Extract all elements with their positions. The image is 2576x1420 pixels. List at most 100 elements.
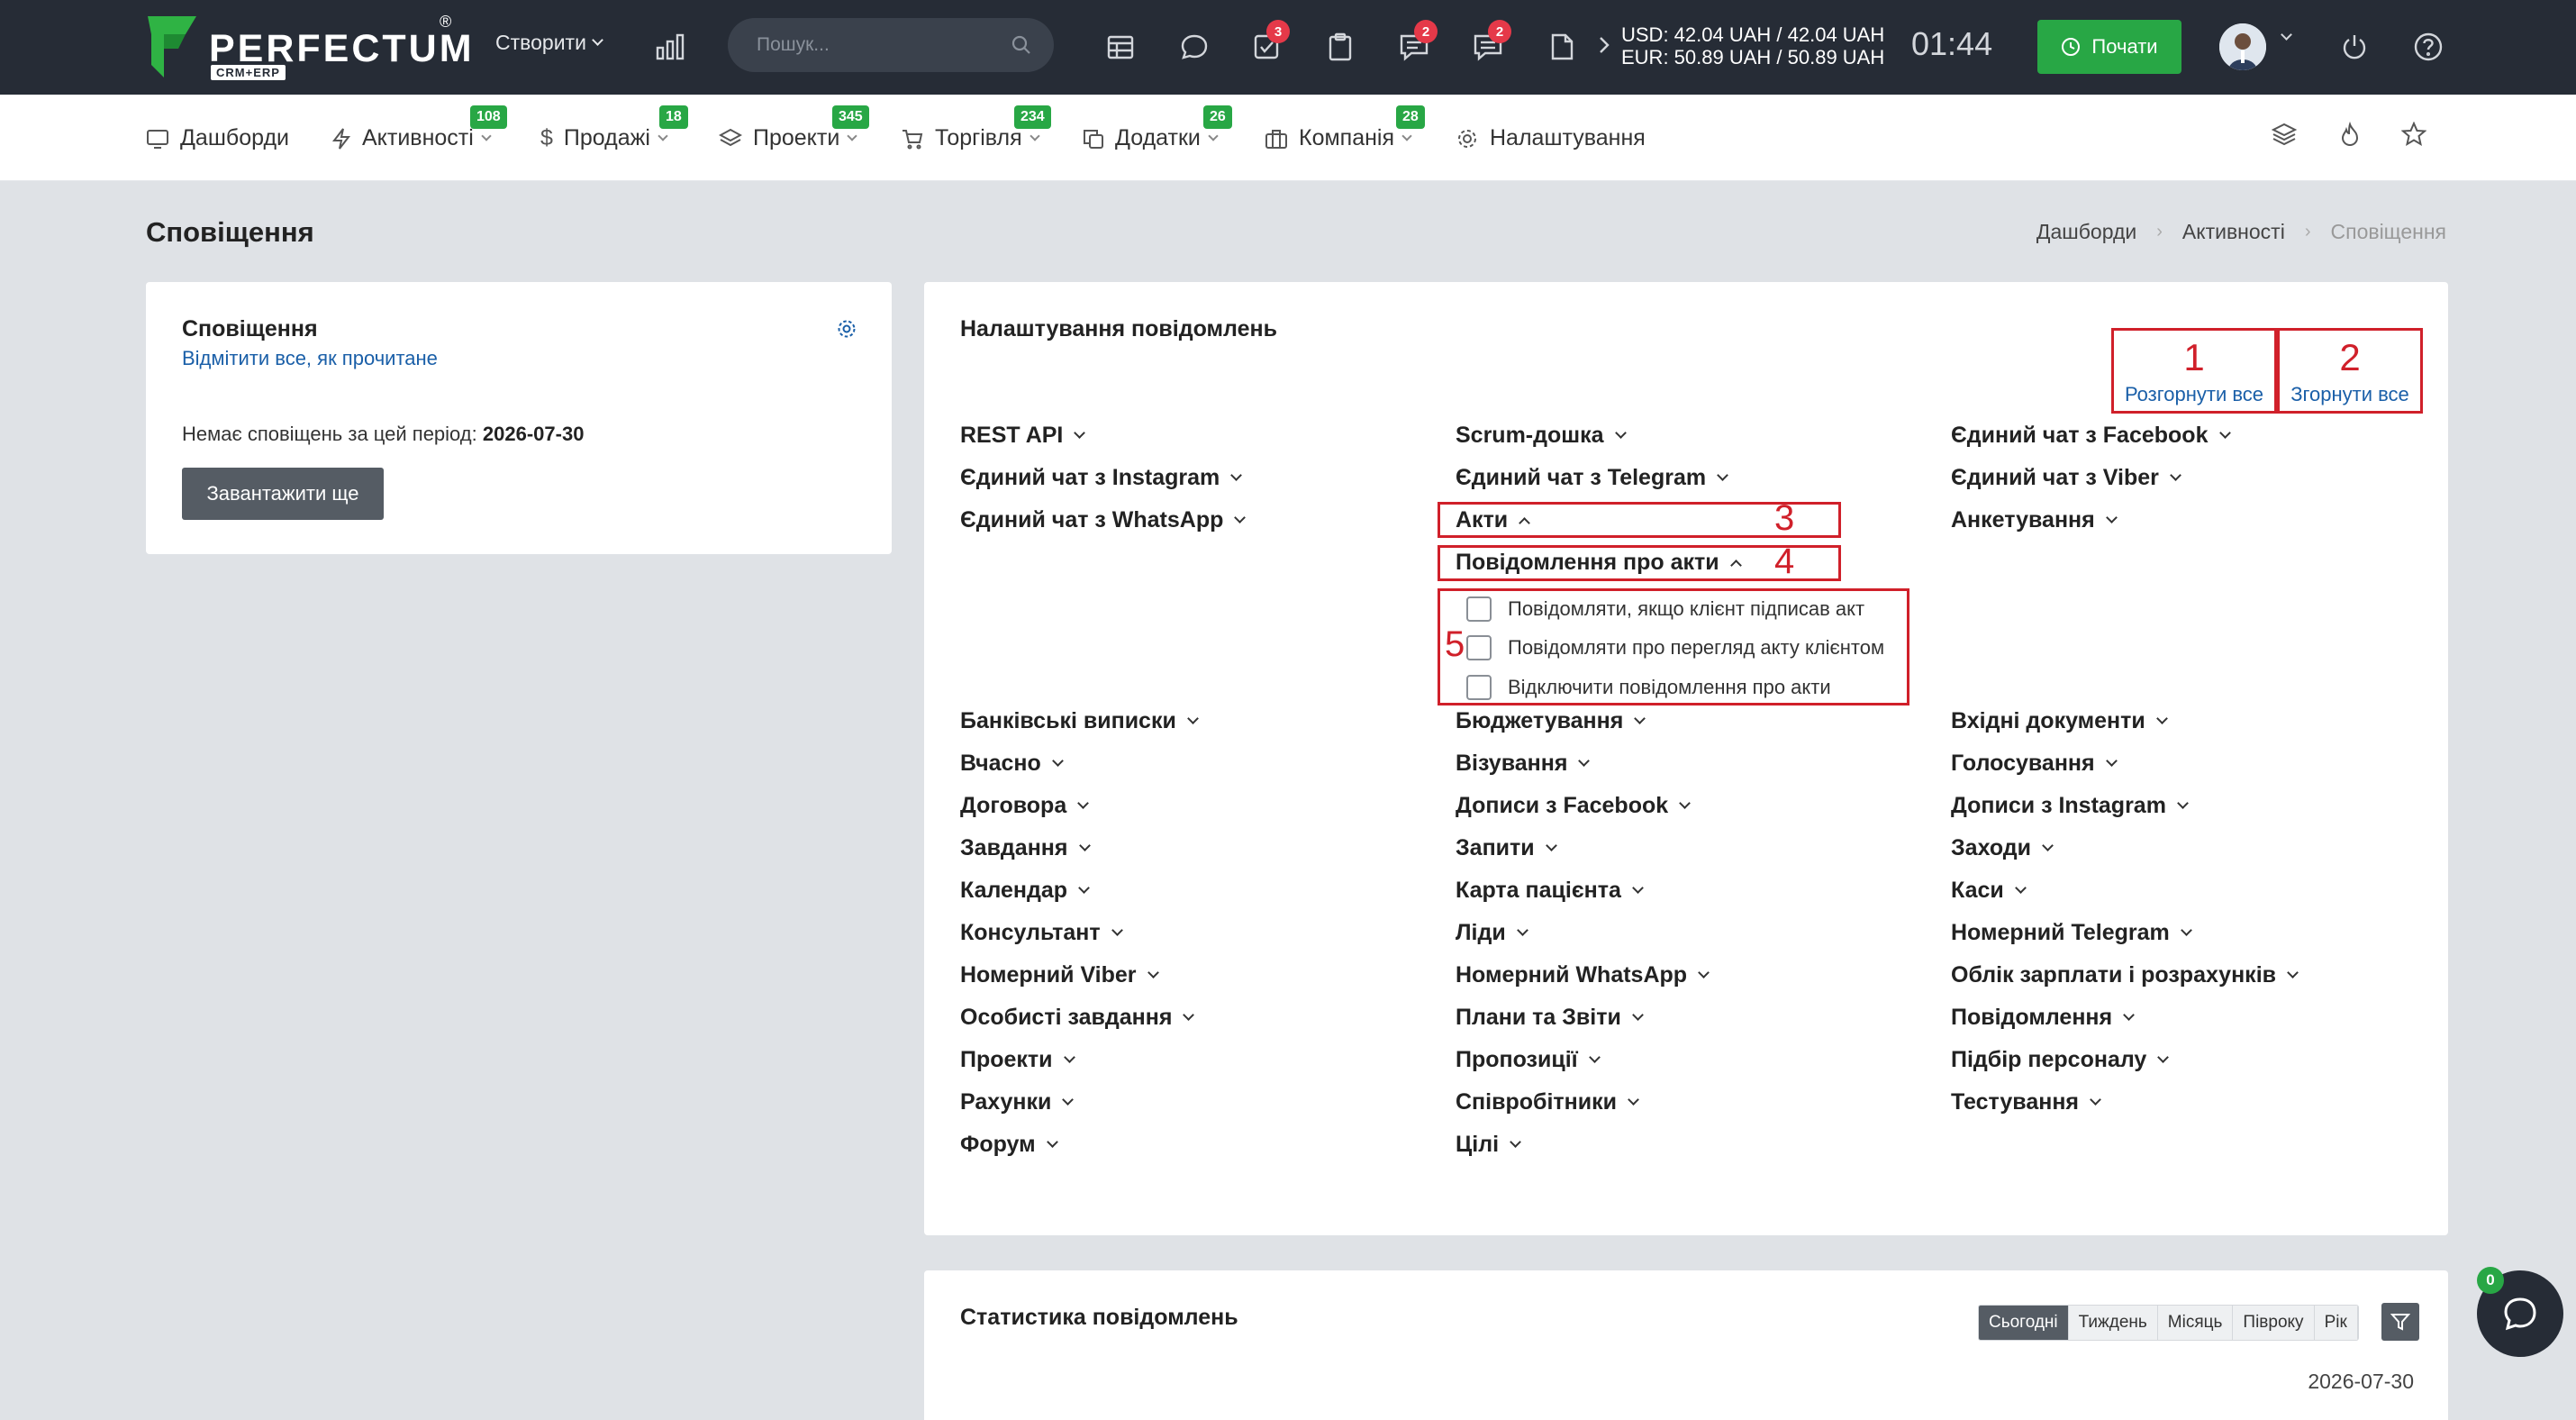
option-row[interactable]: Повідомляти про перегляд акту клієнтом xyxy=(1466,635,1884,660)
settings-group[interactable]: Бюджетування xyxy=(1456,708,1646,734)
group-label: Проекти xyxy=(960,1047,1053,1072)
layers-toggle-icon[interactable] xyxy=(2271,122,2298,151)
settings-group[interactable]: Підбір персоналу xyxy=(1951,1047,2170,1073)
settings-group[interactable]: Співробітники xyxy=(1456,1089,1639,1115)
chevron-down-icon[interactable] xyxy=(2281,29,2292,41)
group-label: Дописи з Instagram xyxy=(1951,793,2166,818)
collapse-all-button[interactable]: 2 Згорнути все xyxy=(2277,328,2423,414)
start-timer-button[interactable]: Почати xyxy=(2037,20,2181,74)
period-today-button[interactable]: Сьогодні xyxy=(1979,1306,2069,1340)
settings-group[interactable]: Дописи з Instagram xyxy=(1951,793,2189,819)
filter-button[interactable] xyxy=(2381,1303,2419,1341)
period-week-button[interactable]: Тиждень xyxy=(2068,1306,2158,1340)
settings-group[interactable]: Тестування xyxy=(1951,1089,2101,1115)
nav-item-settings[interactable]: Налаштування xyxy=(1456,125,1646,151)
settings-group[interactable]: Завдання xyxy=(960,835,1091,861)
settings-group-acts[interactable]: Акти xyxy=(1456,507,1531,533)
option-row[interactable]: Відключити повідомлення про акти xyxy=(1466,675,1831,700)
tasks-icon[interactable]: 3 xyxy=(1247,20,1290,67)
settings-group[interactable]: Консультант xyxy=(960,920,1123,946)
settings-group[interactable]: Єдиний чат з Telegram xyxy=(1456,465,1728,491)
settings-group[interactable]: Заходи xyxy=(1951,835,2054,861)
settings-group[interactable]: Вчасно xyxy=(960,751,1064,777)
notifications-card: Сповіщення Відмітити все, як прочитане Н… xyxy=(146,282,892,554)
settings-group[interactable]: Договора xyxy=(960,793,1090,819)
lightning-icon xyxy=(331,127,351,150)
search-icon[interactable] xyxy=(1011,34,1032,56)
chevron-right-icon[interactable] xyxy=(1598,34,1610,56)
settings-group[interactable]: Анкетування xyxy=(1951,507,2118,533)
settings-group[interactable]: Номерний Telegram xyxy=(1951,920,2192,946)
checkbox[interactable] xyxy=(1466,675,1492,700)
breadcrumb-separator: › xyxy=(2156,222,2163,241)
settings-group[interactable]: Плани та Звіти xyxy=(1456,1005,1644,1031)
option-row[interactable]: Повідомляти, якщо клієнт підписав акт xyxy=(1466,596,1864,622)
nav-item-projects[interactable]: Проекти 345 xyxy=(719,105,869,151)
settings-group[interactable]: REST API xyxy=(960,423,1086,449)
settings-group[interactable]: Scrum-дошка xyxy=(1456,423,1627,449)
settings-group[interactable]: Запити xyxy=(1456,835,1557,861)
period-month-button[interactable]: Місяць xyxy=(2157,1306,2234,1340)
nav-item-sales[interactable]: $ Продажі 18 xyxy=(540,105,688,151)
settings-group[interactable]: Форум xyxy=(960,1132,1058,1158)
settings-group[interactable]: Календар xyxy=(960,878,1090,904)
nav-item-addons[interactable]: Додатки 26 xyxy=(1083,105,1232,151)
chat-notifications-icon[interactable]: 2 xyxy=(1394,20,1438,67)
calendar-icon[interactable] xyxy=(1101,27,1140,67)
search-input[interactable] xyxy=(757,18,1000,72)
briefcase-icon xyxy=(1265,129,1287,149)
brand-logo[interactable]: PERFECTUM ® CRM+ERP xyxy=(144,13,472,85)
settings-group[interactable]: Повідомлення xyxy=(1951,1005,2135,1031)
breadcrumb-item[interactable]: Активності xyxy=(2182,220,2285,244)
settings-group[interactable]: Єдиний чат з Viber xyxy=(1951,465,2181,491)
nav-item-company[interactable]: Компанія 28 xyxy=(1265,105,1425,151)
checkbox[interactable] xyxy=(1466,596,1492,622)
settings-group[interactable]: Облік зарплати і розрахунків xyxy=(1951,962,2299,988)
settings-group[interactable]: Візування xyxy=(1456,751,1591,777)
help-icon[interactable] xyxy=(2408,27,2448,67)
settings-group[interactable]: Особисті завдання xyxy=(960,1005,1195,1031)
load-more-button[interactable]: Завантажити ще xyxy=(182,468,384,520)
document-icon[interactable] xyxy=(1542,27,1582,67)
period-year-button[interactable]: Рік xyxy=(2314,1306,2358,1340)
mark-all-read-link[interactable]: Відмітити все, як прочитане xyxy=(182,347,438,370)
period-half-year-button[interactable]: Півроку xyxy=(2233,1306,2315,1340)
messages-icon[interactable]: 2 xyxy=(1468,20,1511,67)
settings-group[interactable]: Голосування xyxy=(1951,751,2118,777)
chevron-down-icon xyxy=(2287,967,2299,979)
settings-group[interactable]: Єдиний чат з Instagram xyxy=(960,465,1243,491)
star-icon[interactable] xyxy=(2400,121,2427,151)
settings-group[interactable]: Номерний WhatsApp xyxy=(1456,962,1710,988)
breadcrumb-item[interactable]: Дашборди xyxy=(2036,220,2136,244)
power-icon[interactable] xyxy=(2335,27,2374,67)
nav-item-dashboards[interactable]: Дашборди xyxy=(146,125,289,151)
nav-label: Компанія xyxy=(1299,125,1394,150)
user-avatar[interactable] xyxy=(2219,23,2266,70)
settings-group[interactable]: Проекти xyxy=(960,1047,1075,1073)
settings-group[interactable]: Пропозиції xyxy=(1456,1047,1601,1073)
settings-group[interactable]: Єдиний чат з WhatsApp xyxy=(960,507,1247,533)
settings-group[interactable]: Єдиний чат з Facebook xyxy=(1951,423,2231,449)
expand-all-button[interactable]: 1 Розгорнути все xyxy=(2111,328,2277,414)
breadcrumb-separator: › xyxy=(2304,222,2311,241)
settings-group[interactable]: Цілі xyxy=(1456,1132,1521,1158)
settings-group[interactable]: Рахунки xyxy=(960,1089,1075,1115)
settings-group[interactable]: Карта пацієнта xyxy=(1456,878,1644,904)
chat-bubble-icon[interactable] xyxy=(1175,27,1214,67)
reports-icon[interactable] xyxy=(650,27,690,67)
chat-fab-button[interactable]: 0 xyxy=(2477,1267,2563,1357)
gear-icon[interactable] xyxy=(836,318,857,340)
nav-item-trade[interactable]: Торгівля 234 xyxy=(901,105,1051,151)
settings-group[interactable]: Дописи з Facebook xyxy=(1456,793,1692,819)
fire-icon[interactable] xyxy=(2338,121,2362,151)
clipboard-icon[interactable] xyxy=(1320,27,1360,67)
settings-group[interactable]: Каси xyxy=(1951,878,2027,904)
settings-group[interactable]: Вхідні документи xyxy=(1951,708,2168,734)
settings-group[interactable]: Ліди xyxy=(1456,920,1528,946)
nav-item-activities[interactable]: Активності 108 xyxy=(331,105,507,151)
checkbox[interactable] xyxy=(1466,635,1492,660)
settings-group[interactable]: Банківські виписки xyxy=(960,708,1199,734)
settings-group[interactable]: Номерний Viber xyxy=(960,962,1159,988)
create-dropdown[interactable]: Створити xyxy=(495,31,603,55)
settings-subgroup-acts-notifications[interactable]: Повідомлення про акти xyxy=(1456,550,1742,576)
